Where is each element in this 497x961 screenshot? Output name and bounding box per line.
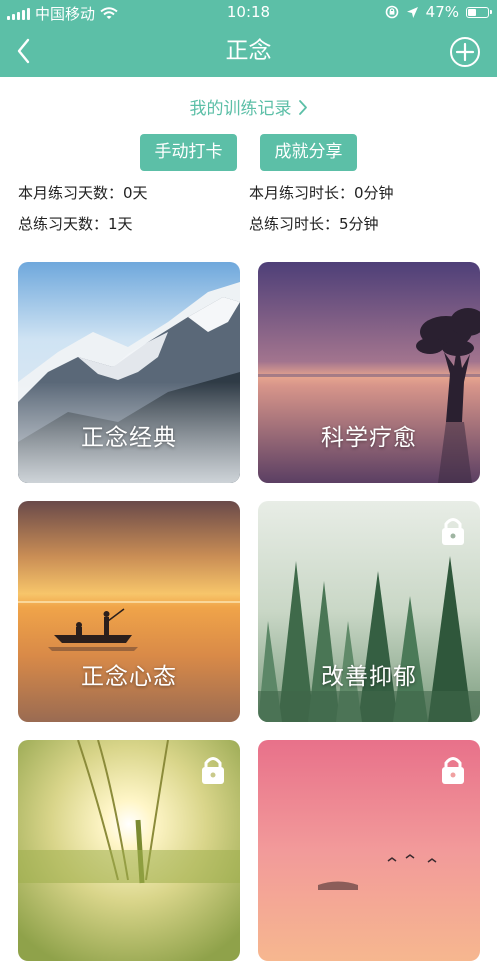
card-wheat-field[interactable] [18,740,240,961]
training-record-link[interactable]: 我的训练记录 [0,94,497,119]
lock-icon [442,518,464,545]
card-improve-depression[interactable]: 改善抑郁 [258,501,480,722]
battery-icon [466,6,492,18]
card-label: 正念经典 [81,425,177,451]
total-practice-time: 总练习时长：5分钟 [249,215,379,233]
card-mindfulness-classics[interactable]: 正念经典 [18,262,240,483]
card-label: 科学疗愈 [321,425,417,451]
location-icon [406,6,418,18]
month-practice-time: 本月练习时长：0分钟 [249,184,394,202]
back-chevron-icon[interactable] [12,34,40,68]
rotation-lock-icon [385,5,398,19]
card-label: 改善抑郁 [321,664,417,690]
card-pink-sky[interactable] [258,740,480,961]
page-title: 正念 [225,38,272,64]
chevron-right-icon [298,100,307,115]
card-mindful-mindset[interactable]: 正念心态 [18,501,240,722]
status-bar: 中国移动 10:18 47% [0,0,497,26]
card-label: 正念心态 [81,664,177,690]
training-record-label: 我的训练记录 [189,99,292,119]
status-right: 47% [385,3,492,21]
lock-icon [202,757,224,784]
card-scientific-healing[interactable]: 科学疗愈 [258,262,480,483]
plus-circle-icon[interactable] [449,36,481,68]
month-practice-days: 本月练习天数：0天 [18,184,148,202]
battery-level-fill [468,8,477,16]
total-practice-days: 总练习天数：1天 [18,215,133,233]
achievement-share-button[interactable]: 成就分享 [260,134,357,171]
battery-percent: 47% [425,3,459,21]
manual-checkin-button[interactable]: 手动打卡 [140,134,237,171]
app-header: 中国移动 10:18 47% 正念 [0,0,497,77]
lock-icon [442,757,464,784]
